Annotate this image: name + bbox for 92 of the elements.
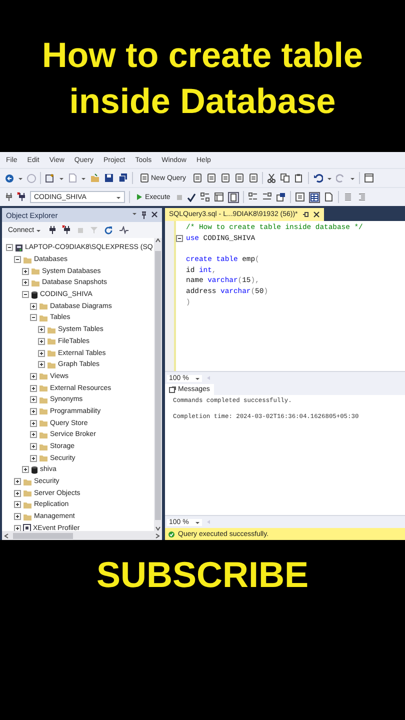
copy-icon[interactable] xyxy=(280,173,290,183)
collapse-icon[interactable] xyxy=(176,235,183,242)
expand-icon[interactable] xyxy=(14,490,21,497)
expand-icon[interactable] xyxy=(14,501,21,508)
expand-icon[interactable] xyxy=(30,420,37,427)
save-icon[interactable] xyxy=(104,173,114,183)
expand-icon[interactable] xyxy=(14,524,21,531)
text-results-icon[interactable] xyxy=(295,192,306,202)
refresh-icon[interactable] xyxy=(104,226,114,234)
expand-icon[interactable] xyxy=(14,513,21,520)
expand-icon[interactable] xyxy=(22,268,29,275)
expand-icon[interactable] xyxy=(22,466,29,474)
plug-icon[interactable] xyxy=(49,225,56,235)
expand-icon[interactable] xyxy=(38,350,45,357)
footer-text: SUBSCRIBE xyxy=(96,554,309,596)
caret-icon[interactable] xyxy=(59,176,64,180)
success-icon xyxy=(168,530,175,538)
comment-icon[interactable] xyxy=(343,192,354,202)
window-icon[interactable] xyxy=(214,192,224,202)
close-icon[interactable] xyxy=(151,211,158,218)
messages-icon xyxy=(169,386,176,393)
back-icon[interactable] xyxy=(5,174,14,182)
caret-icon[interactable] xyxy=(350,176,356,180)
profiler-icon xyxy=(23,524,31,531)
expand-icon[interactable] xyxy=(30,443,37,450)
scrollbar-thumb[interactable] xyxy=(155,251,161,520)
caret-icon xyxy=(194,376,200,380)
server-icon xyxy=(15,244,23,252)
plug-icon[interactable] xyxy=(5,192,13,202)
scrollbar[interactable] xyxy=(2,531,162,540)
scrollbar-thumb[interactable] xyxy=(13,532,73,538)
checkmark-icon[interactable] xyxy=(187,192,196,202)
paste-icon[interactable] xyxy=(294,173,304,183)
cut-icon[interactable] xyxy=(267,173,276,183)
plug-icon[interactable] xyxy=(62,225,72,235)
query-icon[interactable] xyxy=(206,173,216,183)
scrollbar[interactable] xyxy=(154,238,162,531)
pin-icon[interactable] xyxy=(141,211,147,219)
expand-icon[interactable] xyxy=(30,454,37,462)
scroll-left-icon[interactable] xyxy=(4,532,9,538)
window-icon[interactable] xyxy=(364,173,374,183)
caret-icon xyxy=(116,194,121,200)
activity-icon[interactable] xyxy=(119,226,130,234)
expand-icon[interactable] xyxy=(38,326,45,334)
collapse-icon[interactable] xyxy=(6,244,13,252)
grid-results-icon[interactable] xyxy=(309,192,320,202)
plug-icon[interactable] xyxy=(17,192,26,202)
scroll-right-icon[interactable] xyxy=(155,532,160,538)
database-icon xyxy=(31,290,38,299)
caret-icon[interactable] xyxy=(81,176,86,180)
expand-icon[interactable] xyxy=(30,431,37,438)
grid-icon[interactable] xyxy=(248,192,258,202)
expand-icon[interactable] xyxy=(30,408,37,415)
undo-icon[interactable] xyxy=(313,173,324,183)
expand-icon[interactable] xyxy=(14,478,21,486)
save-all-icon[interactable] xyxy=(118,173,128,183)
table-icon[interactable] xyxy=(276,192,286,202)
grid-icon[interactable] xyxy=(200,192,210,202)
file-results-icon[interactable] xyxy=(324,192,334,202)
headline: How to create table xyxy=(42,35,363,77)
play-icon xyxy=(136,193,143,201)
scroll-down-icon[interactable] xyxy=(155,526,161,531)
close-icon[interactable] xyxy=(312,211,320,218)
query-icon xyxy=(139,173,149,183)
expand-icon[interactable] xyxy=(38,338,45,345)
caret-icon[interactable] xyxy=(327,176,332,180)
headline: inside Database xyxy=(69,81,336,123)
caret-icon[interactable] xyxy=(132,211,137,216)
grid-icon[interactable] xyxy=(262,192,272,202)
query-icon[interactable] xyxy=(220,173,230,183)
expand-icon[interactable] xyxy=(38,361,45,368)
query-icon[interactable] xyxy=(248,173,258,183)
uncomment-icon[interactable] xyxy=(357,192,368,202)
caret-icon xyxy=(194,520,200,524)
caret-icon[interactable] xyxy=(18,176,23,180)
caret-icon xyxy=(36,228,42,232)
collapse-icon[interactable] xyxy=(30,314,37,322)
expand-icon[interactable] xyxy=(30,384,37,392)
collapse-icon[interactable] xyxy=(14,256,21,264)
expand-icon[interactable] xyxy=(22,279,29,286)
pin-icon[interactable] xyxy=(302,211,309,218)
folder-icon[interactable] xyxy=(90,173,100,183)
expand-icon[interactable] xyxy=(30,396,37,404)
collapse-icon[interactable] xyxy=(22,291,29,298)
scroll-up-icon[interactable] xyxy=(155,238,161,243)
database-icon xyxy=(31,466,38,474)
query-icon[interactable] xyxy=(192,173,202,183)
query-icon[interactable] xyxy=(234,173,244,183)
expand-icon[interactable] xyxy=(30,302,37,310)
new-project-icon[interactable] xyxy=(45,173,55,183)
expand-icon[interactable] xyxy=(30,372,37,380)
results-file-icon[interactable] xyxy=(228,192,240,202)
